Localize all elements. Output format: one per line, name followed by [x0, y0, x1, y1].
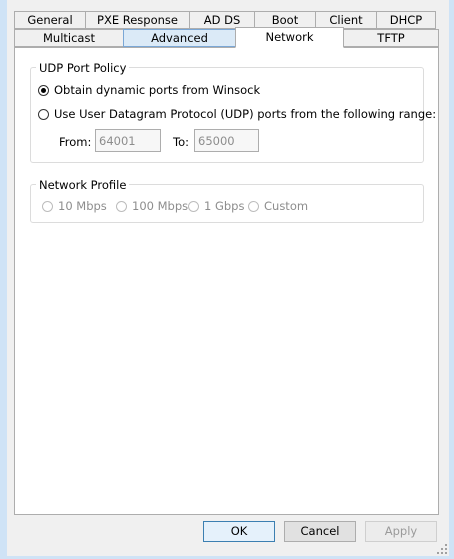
network-profile-title: Network Profile — [36, 178, 130, 192]
tab-multicast[interactable]: Multicast — [14, 29, 124, 47]
udp-range-label: Use User Datagram Protocol (UDP) ports f… — [54, 107, 437, 121]
profile-custom-radio[interactable] — [248, 200, 259, 212]
profile-1gbps-label: 1 Gbps — [204, 199, 245, 213]
cancel-button[interactable]: Cancel — [284, 521, 356, 542]
window-frame-right — [449, 0, 454, 559]
udp-range-option[interactable]: Use User Datagram Protocol (UDP) ports f… — [38, 107, 436, 121]
profile-100mbps-radio[interactable] — [116, 200, 127, 212]
profile-10mbps-radio[interactable] — [42, 200, 53, 212]
tab-general[interactable]: General — [14, 11, 86, 29]
ok-button[interactable]: OK — [203, 521, 275, 542]
dynamic-ports-label: Obtain dynamic ports from Winsock — [54, 83, 261, 97]
profile-100mbps-option[interactable]: 100 Mbps — [116, 199, 188, 213]
apply-button[interactable]: Apply — [365, 521, 437, 542]
dynamic-ports-option[interactable]: Obtain dynamic ports from Winsock — [38, 83, 260, 97]
to-port-field[interactable] — [194, 129, 259, 152]
tab-pxe-response[interactable]: PXE Response — [85, 11, 190, 29]
profile-1gbps-option[interactable]: 1 Gbps — [188, 199, 244, 213]
from-port-field[interactable] — [95, 129, 161, 152]
profile-10mbps-option[interactable]: 10 Mbps — [42, 199, 107, 213]
window-frame-left — [0, 0, 7, 559]
to-label: To: — [173, 135, 189, 149]
udp-port-policy-title: UDP Port Policy — [36, 61, 130, 75]
resize-grip-icon[interactable] — [437, 544, 447, 554]
profile-custom-option[interactable]: Custom — [248, 199, 308, 213]
tab-dhcp[interactable]: DHCP — [376, 11, 436, 29]
tab-network[interactable]: Network — [235, 27, 344, 48]
tab-advanced[interactable]: Advanced — [123, 29, 236, 47]
profile-custom-label: Custom — [264, 199, 309, 213]
profile-100mbps-label: 100 Mbps — [132, 199, 189, 213]
dynamic-ports-radio[interactable] — [38, 84, 49, 96]
profile-1gbps-radio[interactable] — [188, 200, 199, 212]
tab-tftp[interactable]: TFTP — [343, 29, 439, 47]
wds-properties-dialog: General PXE Response AD DS Boot Client D… — [0, 0, 454, 559]
udp-range-radio[interactable] — [38, 108, 49, 120]
network-tab-panel: UDP Port Policy Obtain dynamic ports fro… — [14, 47, 439, 515]
from-label: From: — [59, 135, 92, 149]
profile-10mbps-label: 10 Mbps — [58, 199, 107, 213]
